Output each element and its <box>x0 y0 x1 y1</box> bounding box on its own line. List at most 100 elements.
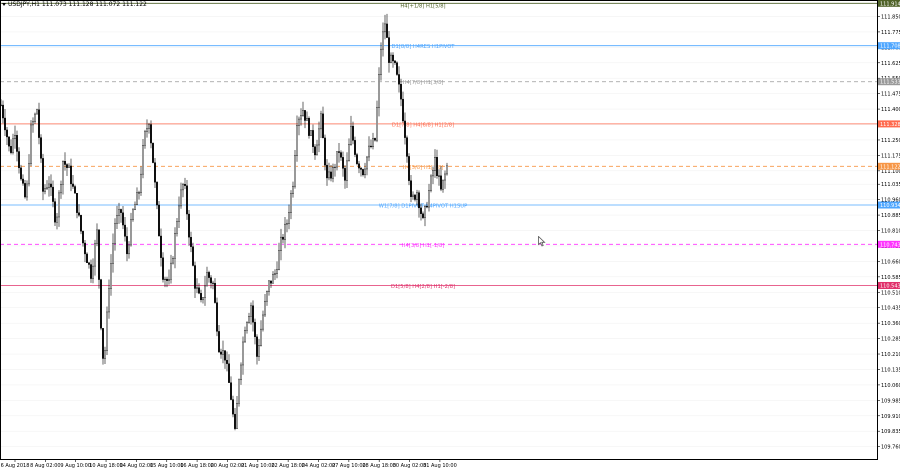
x-tick-label: 24 Aug 02:00 <box>302 463 336 469</box>
candle-body <box>180 189 182 207</box>
x-tick-label: 27 Aug 10:00 <box>332 463 366 469</box>
candle-body <box>142 145 144 175</box>
candle-body <box>216 302 218 332</box>
y-tick-label: 110.360 <box>881 321 900 327</box>
candle-body <box>338 151 340 153</box>
candle-body <box>178 205 180 222</box>
candle-body <box>44 188 46 192</box>
candle-body <box>232 399 234 415</box>
candle-body <box>164 278 166 280</box>
candle-body <box>292 185 294 194</box>
candle-body <box>318 128 320 146</box>
candle-body <box>246 322 248 331</box>
candle-body <box>406 137 408 157</box>
candle-body <box>382 31 384 50</box>
candle-body <box>58 192 60 218</box>
candle-body <box>290 193 292 213</box>
candle-body <box>148 124 150 129</box>
candle-body <box>344 168 346 181</box>
candle-body <box>8 136 10 147</box>
candle-body <box>282 236 284 240</box>
y-tick-label: 111.850 <box>881 14 900 20</box>
candle-body <box>94 243 96 267</box>
candle-body <box>28 163 30 185</box>
candle-body <box>210 277 212 284</box>
level-label: D1[7/8] H4[6/8] H1[2/8] <box>392 122 454 128</box>
candle-body <box>34 113 36 122</box>
candle-body <box>36 109 38 115</box>
candle-body <box>194 265 196 289</box>
candle-body <box>300 115 302 120</box>
candle-body <box>56 216 58 223</box>
candle-body <box>74 186 76 194</box>
candle-body <box>70 165 72 185</box>
candle-body <box>122 212 124 226</box>
candle-body <box>156 182 158 206</box>
candle-body <box>140 173 142 193</box>
candle-body <box>244 330 246 343</box>
candle-body <box>110 263 112 289</box>
candle-body <box>112 243 114 264</box>
candle-body <box>84 242 86 255</box>
candle-body <box>254 322 256 338</box>
candle-body <box>242 341 244 366</box>
candle-body <box>326 164 328 179</box>
candle-body <box>378 74 380 108</box>
candle-body <box>320 113 322 130</box>
y-tick-label: 110.135 <box>881 367 900 373</box>
candle-body <box>286 223 288 225</box>
candle-body <box>230 382 232 400</box>
candle-body <box>42 158 44 192</box>
murrey-levels: H4[+1/8] H1[5/8] D1[8/8] H4RES H1PIVOT H4[… <box>0 2 877 290</box>
y-tick-label: 110.285 <box>881 337 900 343</box>
candle-body <box>38 109 40 138</box>
candle-body <box>418 192 420 209</box>
candle-body <box>130 219 132 246</box>
candle-body <box>412 194 414 197</box>
dropdown-triangle-icon <box>2 3 6 6</box>
candle-body <box>72 183 74 187</box>
candle-body <box>436 157 438 177</box>
candle-body <box>198 287 200 294</box>
candle-body <box>420 207 422 214</box>
candle-body <box>222 350 224 355</box>
candle-body <box>4 117 6 131</box>
candle-body <box>386 23 388 38</box>
time-axis[interactable]: 6 Aug 2018 8 Aug 02:00 9 Aug 10:0010 Aug 1… <box>1 459 457 469</box>
candle-body <box>332 166 334 179</box>
candle-body <box>416 192 418 200</box>
candle-body <box>328 171 330 179</box>
candle-body <box>62 161 64 185</box>
candle-body <box>32 121 34 126</box>
price-chart[interactable]: H4[+1/8] H1[5/8] D1[8/8] H4RES H1PIVOT H4[… <box>0 0 900 470</box>
candle-body <box>364 168 366 176</box>
x-tick-label: 14 Aug 02:00 <box>120 463 154 469</box>
level-label: W1[7/8] D1PIVOT H4PIVOT H1SUP <box>379 204 467 210</box>
candle-body <box>368 145 370 158</box>
candle-body <box>152 142 154 163</box>
candle-body <box>380 48 382 75</box>
candle-body <box>422 213 424 218</box>
candle-body <box>356 154 358 164</box>
y-tick-label: 110.585 <box>881 275 900 281</box>
candle-body <box>240 364 242 381</box>
y-tick-label: 110.660 <box>881 259 900 265</box>
x-tick-label: 30 Aug 02:00 <box>393 463 427 469</box>
candle-body <box>14 135 16 140</box>
candle-body <box>374 138 376 141</box>
candle-body <box>10 146 12 153</box>
candle-body <box>424 205 426 218</box>
candle-body <box>50 183 52 188</box>
candle-body <box>252 305 254 323</box>
candle-body <box>220 351 222 355</box>
candle-body <box>274 273 276 275</box>
y-tick-label: 109.760 <box>881 445 900 451</box>
candle-body <box>228 363 230 383</box>
candle-body <box>176 221 178 234</box>
candle-body <box>330 171 332 179</box>
candle-body <box>342 157 344 169</box>
candle-body <box>398 74 400 85</box>
price-tag-label: 111.708 <box>880 44 900 50</box>
candle-body <box>438 175 440 177</box>
candle-body <box>158 204 160 237</box>
